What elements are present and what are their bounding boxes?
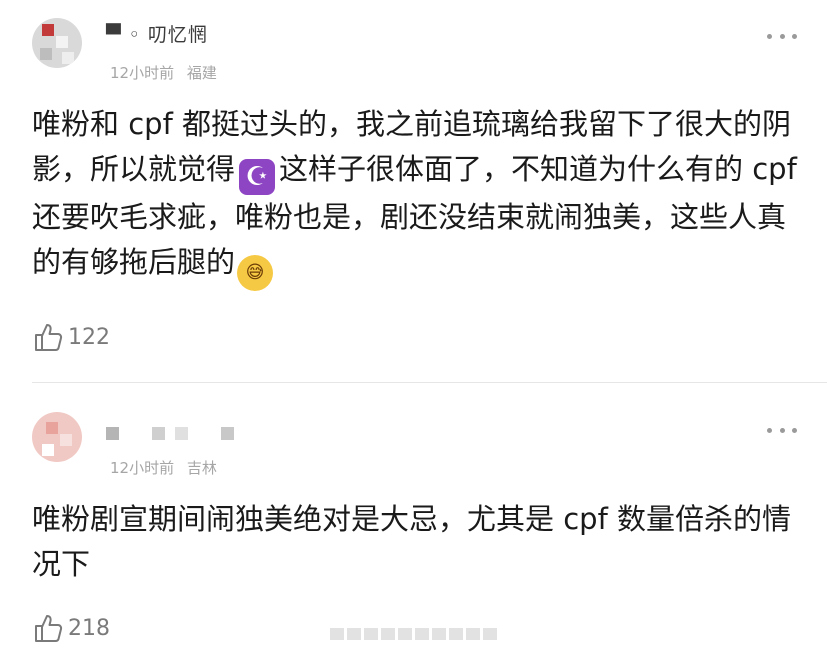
star-and-crescent-emoji: ☪ <box>239 159 276 195</box>
comment-text: 唯粉剧宣期间闹独美绝对是大忌，尤其是 cpf 数量倍杀的情况下 <box>32 502 791 581</box>
like-count: 218 <box>68 615 110 641</box>
like-button[interactable]: 122 <box>32 321 110 353</box>
username-pixel <box>198 427 212 440</box>
divider <box>32 382 827 383</box>
like-button[interactable]: 218 <box>32 612 110 644</box>
comment-item: 12小时前 吉林 唯粉剧宣期间闹独美绝对是大忌，尤其是 cpf 数量倍杀的情况下… <box>0 384 827 653</box>
comment-meta: 12小时前 福建 <box>110 62 225 83</box>
avatar-pixel <box>60 434 72 446</box>
username[interactable] <box>106 422 237 444</box>
avatar[interactable] <box>32 18 82 68</box>
username-text: ▀ ◦ 叨忆惘 <box>106 24 208 46</box>
username-pixel <box>221 427 235 440</box>
username-pixel <box>152 427 166 440</box>
thumbs-up-icon <box>35 324 63 351</box>
more-dots-icon[interactable] <box>767 425 797 435</box>
thumbs-up-icon <box>35 615 63 642</box>
avatar-pixel <box>62 52 74 64</box>
comment-item: ▀ ◦ 叨忆惘 12小时前 福建 唯粉和 cpf 都挺过头的，我之前追琉璃给我留… <box>0 0 827 383</box>
avatar-pixel <box>40 48 52 60</box>
username-pixel <box>106 427 119 440</box>
username[interactable]: ▀ ◦ 叨忆惘 <box>106 20 208 47</box>
grinning-sweat-emoji: 😅 <box>237 255 274 291</box>
avatar[interactable] <box>32 412 82 462</box>
comment-text: 唯粉和 cpf 都挺过头的，我之前追琉璃给我留下了很大的阴影，所以就觉得 ☪ 这样子… <box>32 102 802 291</box>
comment-location: 吉林 <box>186 459 217 477</box>
more-dots-icon[interactable] <box>767 31 797 41</box>
comment-location: 福建 <box>186 64 217 82</box>
avatar-pixel <box>42 24 54 36</box>
comment-time: 12小时前 <box>110 64 175 82</box>
watermark <box>330 628 497 640</box>
username-pixel <box>175 427 189 440</box>
like-count: 122 <box>68 324 110 350</box>
avatar-pixel <box>56 36 68 48</box>
comment-meta: 12小时前 吉林 <box>110 457 225 478</box>
username-pixel <box>129 427 143 440</box>
comment-time: 12小时前 <box>110 459 175 477</box>
avatar-pixel <box>46 422 58 434</box>
avatar-pixel <box>42 444 54 456</box>
